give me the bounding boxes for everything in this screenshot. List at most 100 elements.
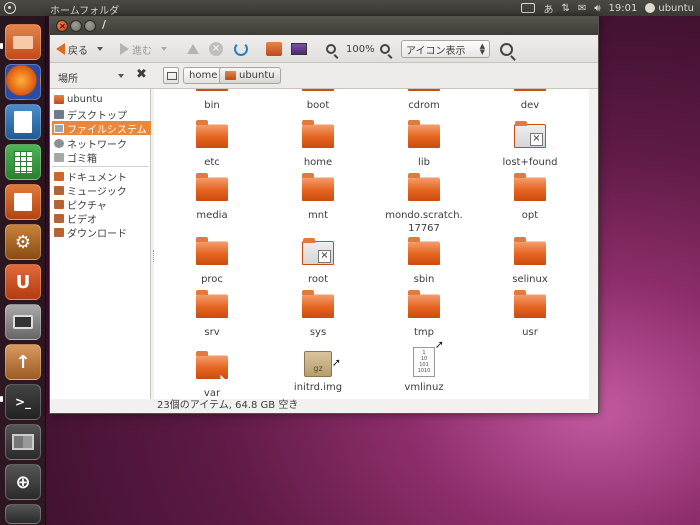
binary-file-icon: 1 10 101 1010 ➚ [413, 339, 444, 377]
forward-button[interactable]: 進む [120, 39, 167, 59]
folder-icon [408, 120, 440, 148]
clock[interactable]: 19:01 [609, 3, 638, 14]
folder-icon [196, 173, 228, 201]
file-opt[interactable]: opt [482, 173, 578, 222]
volume-icon[interactable]: 🔊︎ [594, 3, 600, 14]
computer-button[interactable] [291, 39, 307, 59]
path-toggle-button[interactable] [163, 67, 179, 84]
mail-icon[interactable]: ✉ [578, 3, 586, 14]
symlink-arrow-icon: ➚ [434, 338, 444, 351]
window-title: / [102, 18, 107, 31]
folder-icon [196, 89, 228, 91]
toolbar: 戻る 進む × 100% アイコン表示 ▲ ▼ [50, 35, 598, 63]
launcher-software-center-icon[interactable]: ⚙ [5, 224, 41, 260]
file-vmlinuz[interactable]: 1 10 101 1010 ➚ vmlinuz [376, 339, 472, 394]
home-button[interactable] [266, 39, 282, 59]
sidebar-item-desktop[interactable]: デスクトップ [52, 107, 151, 122]
input-method-icon[interactable]: あ [543, 1, 553, 16]
forward-history-dropdown-icon[interactable] [161, 47, 167, 51]
zoom-in-icon [380, 44, 390, 54]
network-updown-icon[interactable]: ⇅ [561, 3, 569, 14]
file-usr[interactable]: usr [482, 290, 578, 339]
sidebar-item-pictures[interactable]: ピクチャ [52, 197, 151, 212]
launcher-update-manager-icon[interactable]: ↑ [5, 344, 41, 380]
scrollbar-track[interactable] [589, 89, 593, 399]
launcher: ⚙ U ↑ >_ ⊕ [0, 16, 46, 525]
back-history-dropdown-icon[interactable] [97, 47, 103, 51]
pictures-icon [54, 199, 64, 209]
folder-icon [514, 290, 546, 318]
reload-button[interactable] [234, 39, 248, 59]
file-lost-found[interactable]: lost+found [482, 121, 578, 169]
folder-icon [196, 120, 228, 148]
window-titlebar[interactable]: / [50, 17, 598, 35]
file-root[interactable]: root [270, 238, 366, 286]
breadcrumb-ubuntu[interactable]: ubuntu [219, 67, 281, 84]
file-selinux[interactable]: selinux [482, 237, 578, 286]
stop-button[interactable]: × [209, 39, 223, 59]
sidebar-item-filesystem[interactable]: ファイルシステム [52, 121, 151, 136]
file-etc[interactable]: etc [164, 120, 260, 169]
sidebar-item-music[interactable]: ミュージック [52, 183, 151, 198]
close-sidebar-icon[interactable]: ✖ [136, 67, 147, 82]
launcher-impress-icon[interactable] [5, 184, 41, 220]
panel-app-title: ホームフォルダ [50, 6, 120, 17]
launcher-camera-icon[interactable] [5, 304, 41, 340]
breadcrumb-home[interactable]: home [183, 67, 224, 84]
launcher-zoom-icon[interactable]: ⊕ [5, 464, 41, 500]
user-name[interactable]: ubuntu [658, 3, 694, 14]
zoom-out-button[interactable] [326, 39, 336, 59]
view-mode-select[interactable]: アイコン表示 ▲ ▼ [401, 39, 490, 59]
file-var[interactable]: var [164, 351, 260, 399]
search-button[interactable] [500, 39, 513, 59]
zoom-level[interactable]: 100% [346, 39, 375, 59]
file-view[interactable]: bin boot cdrom dev etc home lib lost+fou… [154, 89, 593, 399]
sidebar-item-network[interactable]: ネットワーク [52, 136, 151, 151]
file-sys[interactable]: sys [270, 290, 366, 339]
file-dev[interactable]: dev [482, 89, 578, 112]
zoom-in-button[interactable] [380, 39, 390, 59]
places-label[interactable]: 場所 [58, 70, 78, 85]
file-bin[interactable]: bin [164, 89, 260, 112]
file-srv[interactable]: srv [164, 290, 260, 339]
user-icon [645, 3, 656, 13]
back-button[interactable]: 戻る [56, 39, 103, 59]
places-dropdown-icon[interactable] [118, 74, 124, 78]
launcher-writer-icon[interactable] [5, 104, 41, 140]
file-home[interactable]: home [270, 120, 366, 169]
sidebar-item-videos[interactable]: ビデオ [52, 211, 151, 226]
file-mondo-scratch[interactable]: mondo.scratch. 17767 [376, 173, 472, 235]
sidebar-item-trash[interactable]: ゴミ箱 [52, 150, 151, 165]
launcher-workspace-switcher-icon[interactable] [5, 424, 41, 460]
launcher-terminal-icon[interactable]: >_ [5, 384, 41, 420]
keyboard-icon[interactable] [521, 3, 536, 13]
launcher-ubuntu-one-icon[interactable]: U [5, 264, 41, 300]
minimize-window-button[interactable] [70, 20, 82, 32]
file-proc[interactable]: proc [164, 237, 260, 286]
sidebar-item-downloads[interactable]: ダウンロード [52, 225, 151, 240]
file-sbin[interactable]: sbin [376, 237, 472, 286]
launcher-trash-icon[interactable] [5, 504, 41, 524]
trash-icon [54, 152, 64, 162]
launcher-home-folder-icon[interactable] [5, 24, 41, 60]
back-label: 戻る [68, 45, 88, 57]
file-media[interactable]: media [164, 173, 260, 222]
close-window-button[interactable] [56, 20, 68, 32]
file-boot[interactable]: boot [270, 89, 366, 112]
file-cdrom[interactable]: cdrom [376, 89, 472, 112]
sidebar-item-ubuntu[interactable]: ubuntu [52, 92, 151, 106]
file-initrd-img[interactable]: gz ➚ initrd.img [270, 351, 366, 394]
ubuntu-logo-icon[interactable] [4, 2, 16, 14]
sidebar-item-documents[interactable]: ドキュメント [52, 169, 151, 184]
locked-folder-icon [514, 121, 546, 148]
up-arrow-icon [187, 44, 199, 54]
file-tmp[interactable]: tmp [376, 290, 472, 339]
locked-folder-icon [302, 238, 334, 265]
launcher-firefox-icon[interactable] [5, 64, 41, 100]
file-lib[interactable]: lib [376, 120, 472, 169]
up-button[interactable] [187, 39, 199, 59]
launcher-calc-icon[interactable] [5, 144, 41, 180]
file-manager-window: / 戻る 進む × 100% アイコン表示 ▲ ▼ 場所 ✖ home ubun… [49, 16, 599, 414]
file-mnt[interactable]: mnt [270, 173, 366, 222]
maximize-window-button[interactable] [84, 20, 96, 32]
